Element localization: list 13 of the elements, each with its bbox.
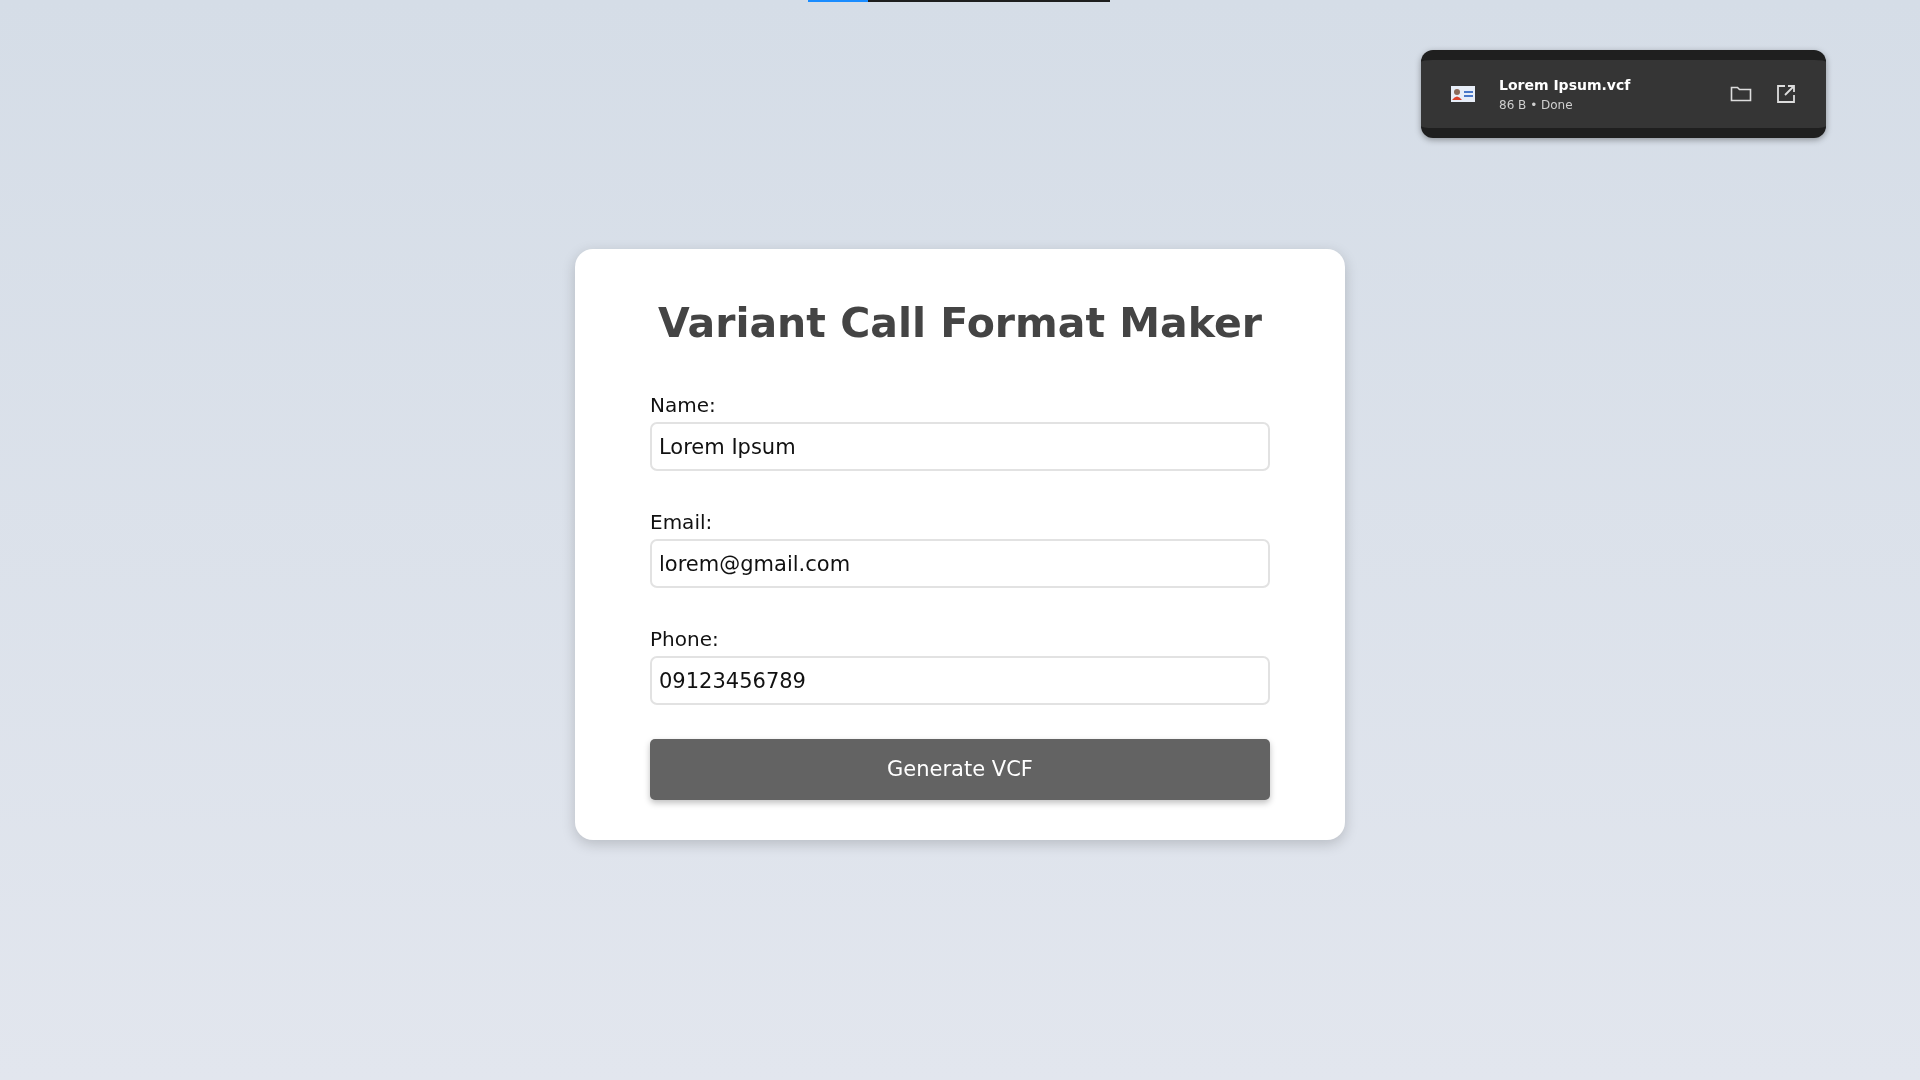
generate-button[interactable]: Generate VCF xyxy=(650,739,1270,801)
field-label: Phone: xyxy=(650,626,719,654)
download-status: 86 B • Done xyxy=(1499,96,1574,114)
folder-icon[interactable] xyxy=(1730,85,1752,103)
input-field[interactable]: lorem@gmail.com xyxy=(650,539,1270,589)
open-external-icon[interactable] xyxy=(1776,84,1796,104)
input-field[interactable]: 09123456789 xyxy=(650,656,1270,706)
field-label: Name: xyxy=(650,392,716,420)
file-name: Lorem Ipsum.vcf xyxy=(1499,75,1632,95)
field-label: Email: xyxy=(650,509,713,537)
input-field[interactable]: Lorem Ipsum xyxy=(650,422,1270,472)
contact-card-icon xyxy=(1451,86,1475,102)
page-title: Variant Call Format Maker xyxy=(658,298,1262,349)
